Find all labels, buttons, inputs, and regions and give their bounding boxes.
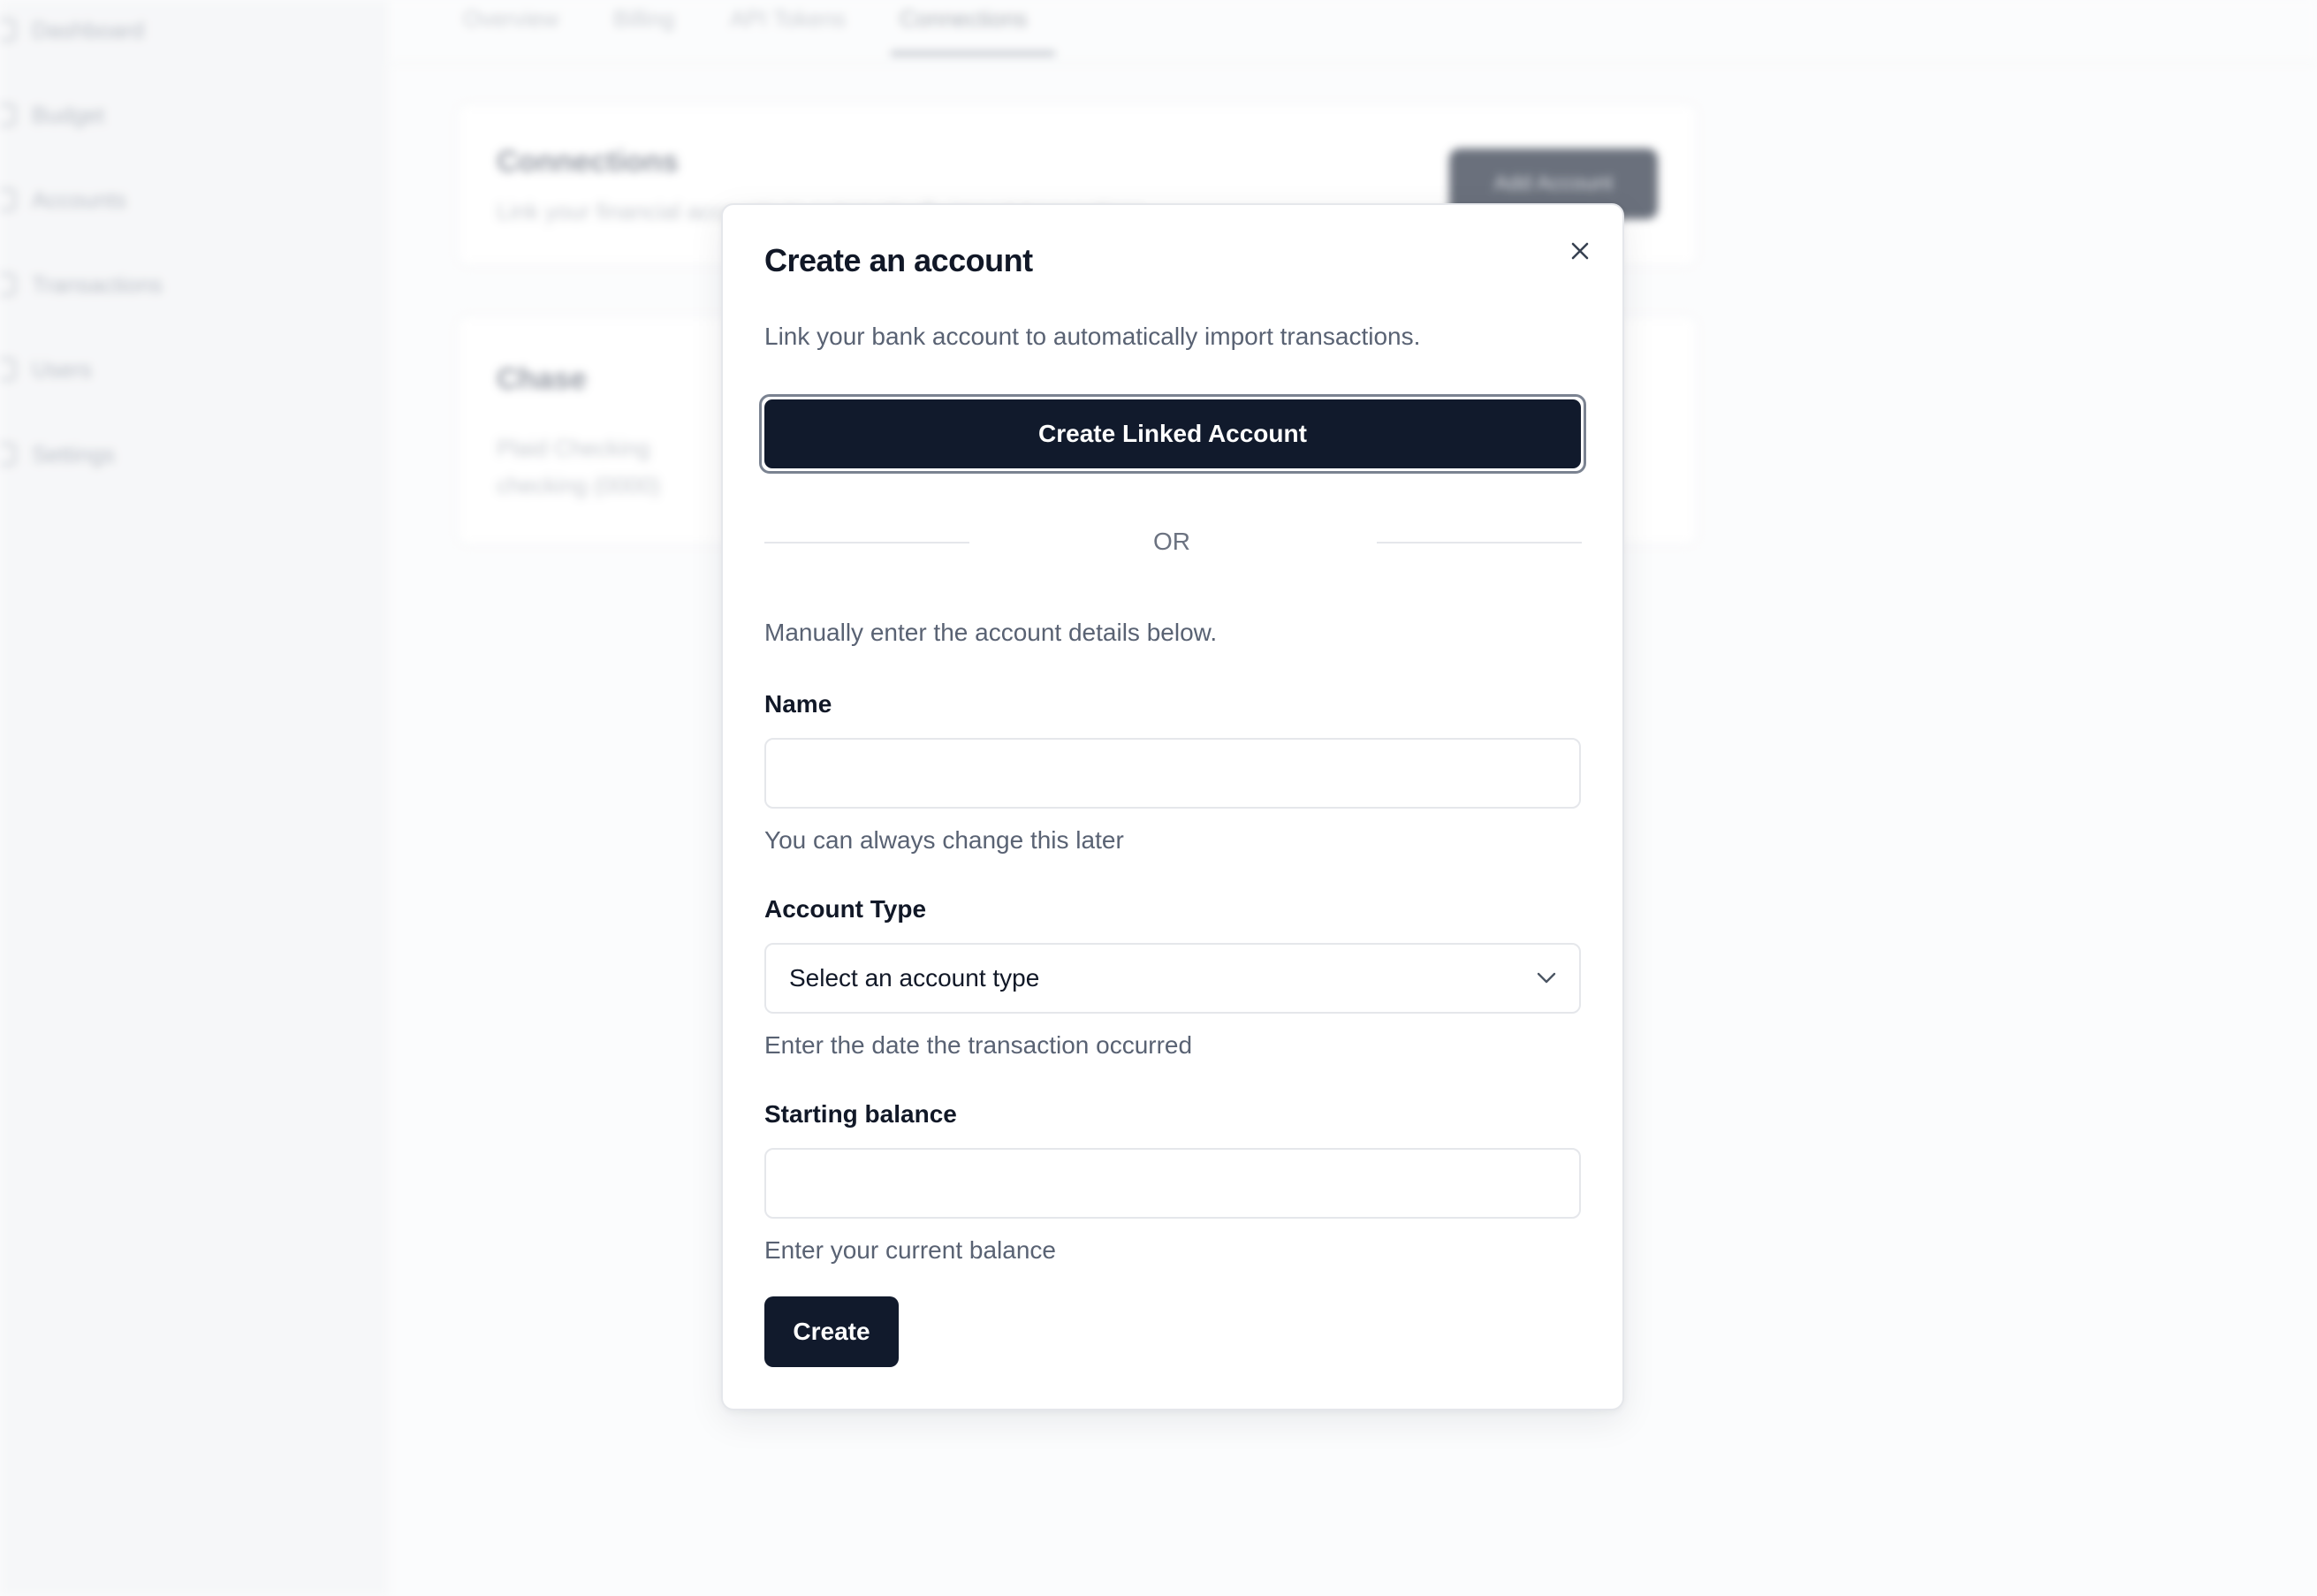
dialog-title: Create an account: [764, 242, 1033, 278]
create-linked-account-button[interactable]: Create Linked Account: [759, 394, 1586, 474]
chevron-down-icon: [1537, 972, 1556, 984]
create-button[interactable]: Create: [764, 1296, 899, 1367]
name-hint: You can always change this later: [764, 826, 1124, 854]
account-type-selected-value: Select an account type: [789, 964, 1040, 992]
close-button[interactable]: [1557, 228, 1603, 274]
divider-left: [764, 542, 969, 543]
account-type-label: Account Type: [764, 895, 927, 923]
close-icon: [1571, 242, 1589, 260]
starting-balance-hint: Enter your current balance: [764, 1236, 1056, 1264]
name-label: Name: [764, 690, 832, 718]
starting-balance-input[interactable]: [764, 1148, 1581, 1219]
account-type-select[interactable]: Select an account type: [764, 943, 1581, 1014]
create-linked-account-label: Create Linked Account: [764, 399, 1581, 468]
manual-entry-text: Manually enter the account details below…: [764, 619, 1218, 646]
dialog-description: Link your bank account to automatically …: [764, 323, 1421, 350]
name-input[interactable]: [764, 738, 1581, 809]
or-divider-text: OR: [1153, 528, 1190, 555]
divider-right: [1377, 542, 1582, 543]
account-type-hint: Enter the date the transaction occurred: [764, 1031, 1193, 1059]
starting-balance-label: Starting balance: [764, 1100, 957, 1128]
